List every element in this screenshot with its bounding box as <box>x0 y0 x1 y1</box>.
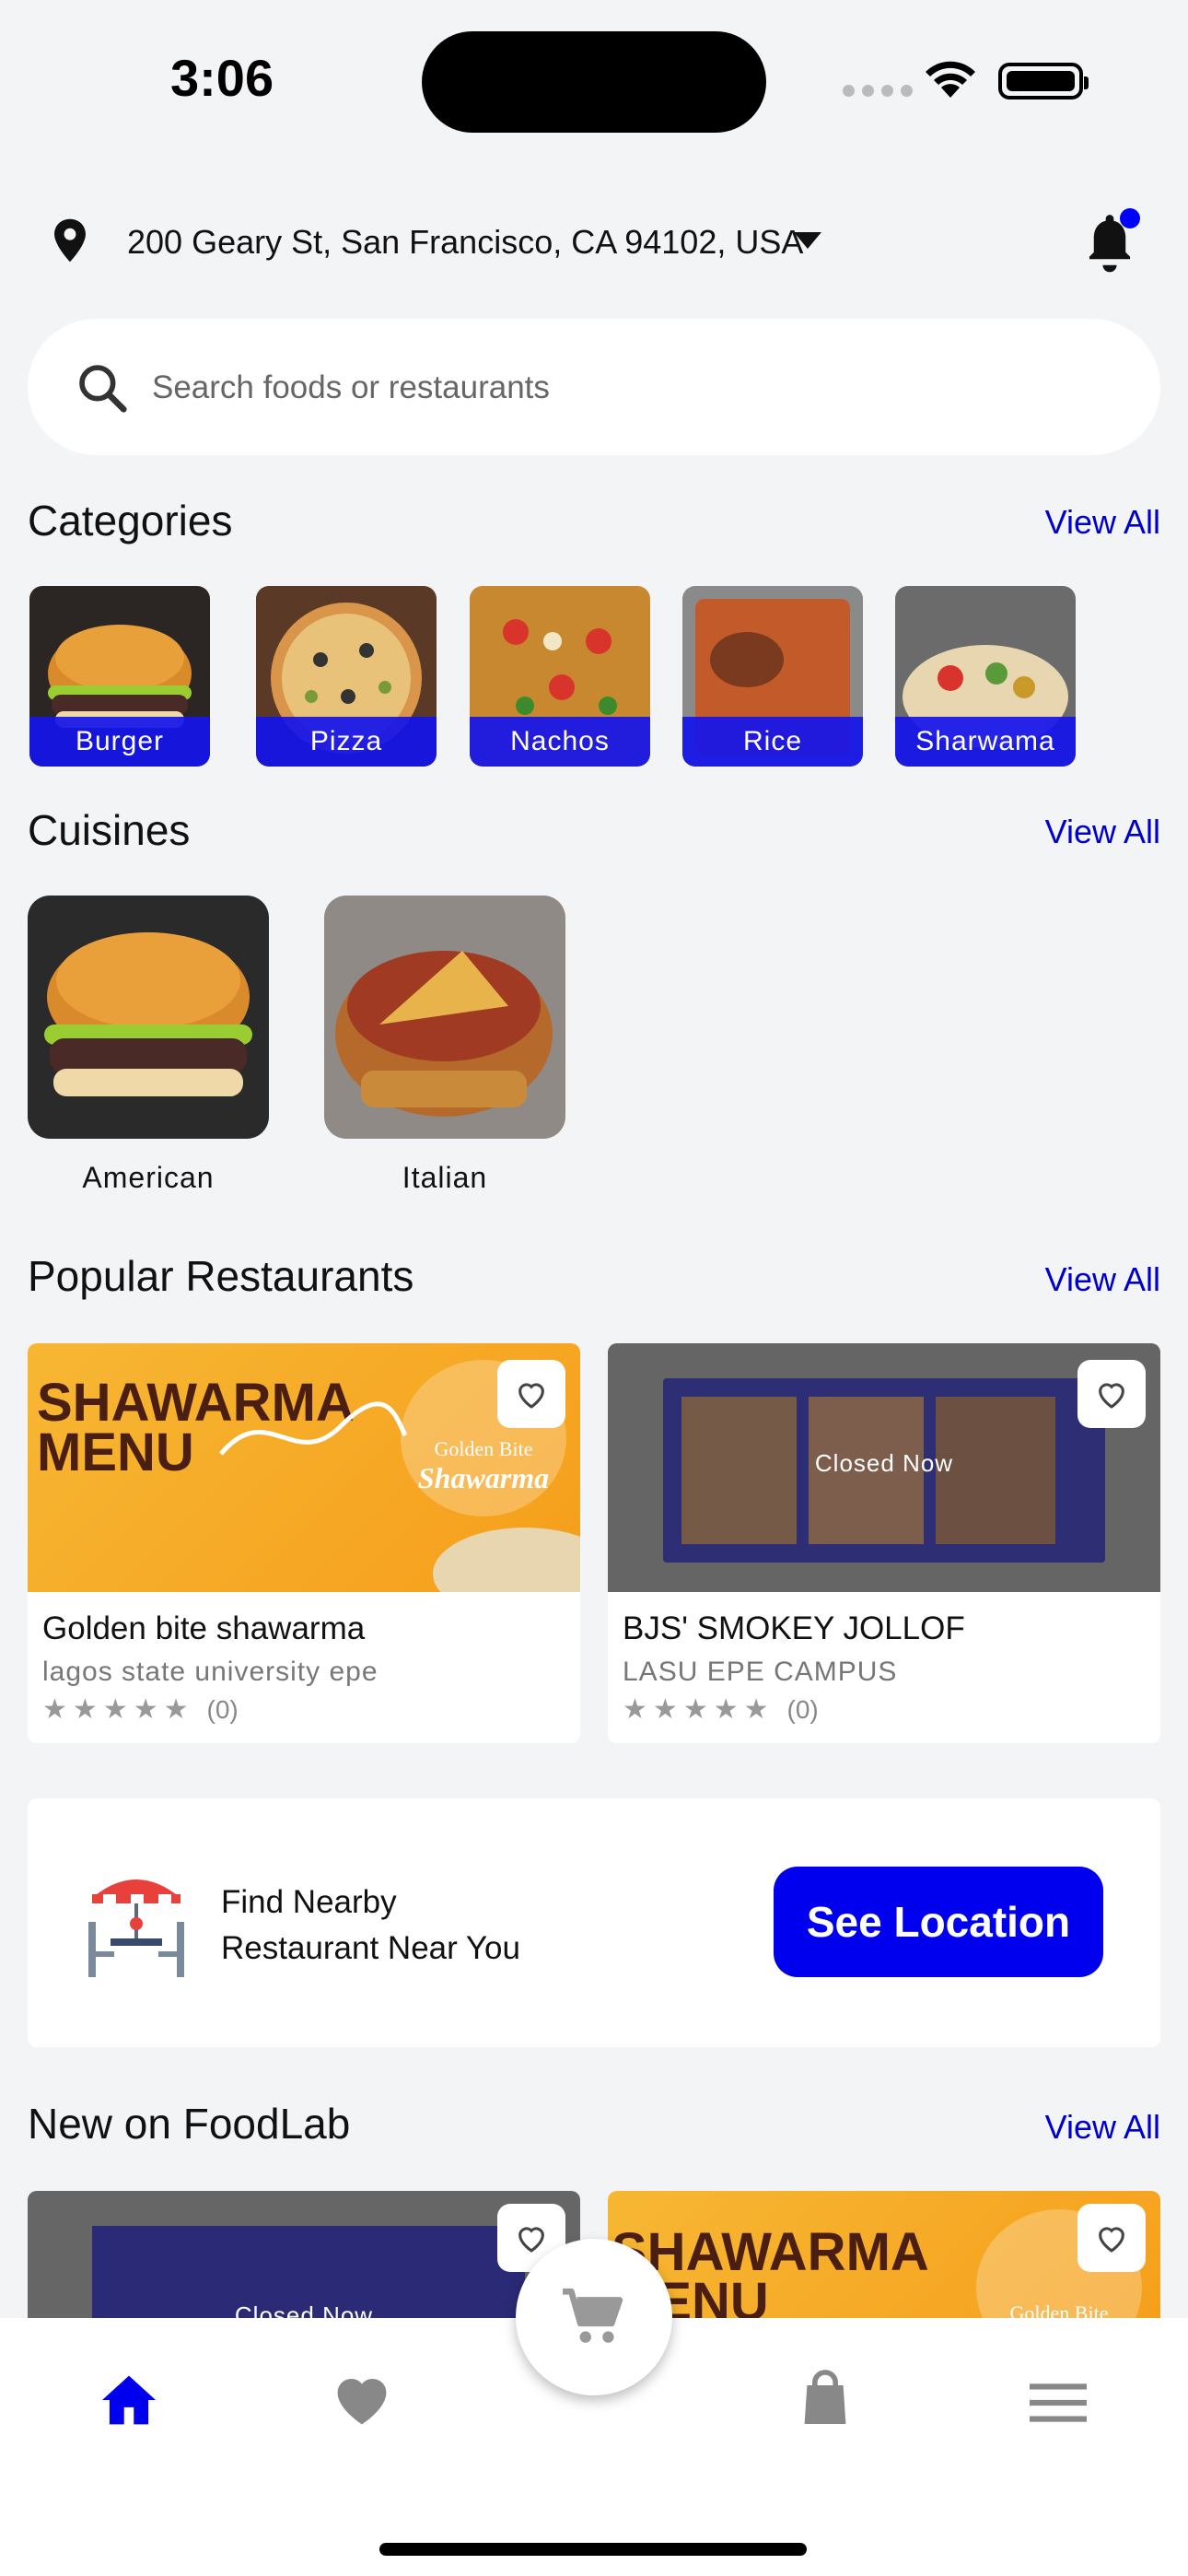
swirl-decoration <box>219 1401 408 1456</box>
american-cuisine-image <box>28 896 269 1139</box>
star-icon: ★ <box>102 1694 128 1725</box>
cart-button[interactable] <box>516 2239 672 2395</box>
restaurant-card[interactable]: SHAWARMA MENU Golden Bite Shawarma Golde… <box>28 1343 580 1743</box>
logo-text-bottom: Shawarma <box>417 1461 550 1494</box>
favorite-button[interactable] <box>497 1360 565 1428</box>
notification-badge <box>1120 208 1140 228</box>
category-label: Sharwama <box>895 717 1076 767</box>
category-label: Pizza <box>256 717 437 767</box>
wifi-icon <box>926 61 975 98</box>
restaurant-address: LASU EPE CAMPUS <box>623 1657 898 1687</box>
popular-restaurants-title: Popular Restaurants <box>28 1252 414 1300</box>
restaurant-banner: SHAWARMA MENU Golden Bite Shawarma <box>28 1343 580 1592</box>
logo-text-top: Golden Bite <box>434 1437 533 1460</box>
category-pizza[interactable]: Pizza <box>256 586 437 767</box>
restaurant-card[interactable]: Closed Now BJS' SMOKEY JOLLOF LASU EPE C… <box>608 1343 1160 1743</box>
dynamic-island <box>422 31 766 133</box>
home-indicator <box>379 2543 807 2556</box>
chevron-down-icon[interactable] <box>794 232 821 249</box>
category-nachos[interactable]: Nachos <box>470 586 650 767</box>
popular-view-all-link[interactable]: View All <box>1045 1260 1160 1299</box>
category-label: Rice <box>682 717 863 767</box>
heart-outline-icon <box>518 2227 544 2253</box>
favorite-button[interactable] <box>1077 1360 1146 1428</box>
heart-outline-icon <box>1099 1383 1124 1409</box>
italian-cuisine-image <box>324 896 565 1139</box>
wrap-image <box>433 1528 580 1592</box>
find-nearby-promo: Find Nearby Restaurant Near You See Loca… <box>28 1798 1160 2047</box>
battery-icon <box>998 63 1089 100</box>
new-on-view-all-link[interactable]: View All <box>1045 2108 1160 2147</box>
restaurant-table-icon <box>88 1879 184 1977</box>
closed-now-label: Closed Now <box>814 1449 954 1477</box>
cuisines-view-all-link[interactable]: View All <box>1045 813 1160 851</box>
categories-view-all-link[interactable]: View All <box>1045 503 1160 542</box>
heart-icon[interactable] <box>332 2373 392 2427</box>
star-icon: ★ <box>163 1694 189 1725</box>
star-icon: ★ <box>72 1694 98 1725</box>
new-on-foodlab-title: New on FoodLab <box>28 2100 351 2148</box>
categories-title: Categories <box>28 497 233 544</box>
category-label: Burger <box>29 717 210 767</box>
search-input[interactable] <box>152 365 981 411</box>
promo-text: Find Nearby Restaurant Near You <box>221 1879 520 1972</box>
category-burger[interactable]: Burger <box>29 586 210 767</box>
restaurant-address: lagos state university epe <box>42 1657 379 1687</box>
search-icon <box>79 365 127 413</box>
cuisine-american[interactable] <box>28 896 269 1139</box>
banner-headline: SHAWARMA <box>611 2222 929 2282</box>
cellular-signal-icon <box>843 85 913 97</box>
delivery-address[interactable]: 200 Geary St, San Francisco, CA 94102, U… <box>127 223 803 262</box>
restaurant-rating: ★ ★ ★ ★ ★ (0) <box>42 1693 239 1726</box>
restaurant-banner: Closed Now <box>608 1343 1160 1592</box>
star-icon: ★ <box>743 1694 769 1725</box>
cuisine-label: Italian <box>402 1161 488 1194</box>
status-time: 3:06 <box>170 49 274 107</box>
heart-outline-icon <box>518 1383 544 1409</box>
see-location-button[interactable]: See Location <box>774 1867 1103 1977</box>
category-sharwama[interactable]: Sharwama <box>895 586 1076 767</box>
star-icon: ★ <box>133 1694 158 1725</box>
star-icon: ★ <box>652 1694 678 1725</box>
cart-icon <box>563 2288 623 2343</box>
restaurant-name: Golden bite shawarma <box>42 1610 366 1646</box>
star-icon: ★ <box>42 1694 67 1725</box>
promo-line-1: Find Nearby <box>221 1884 397 1920</box>
promo-line-2: Restaurant Near You <box>221 1930 520 1966</box>
rating-count: (0) <box>206 1694 239 1724</box>
home-icon[interactable] <box>99 2373 158 2427</box>
star-icon: ★ <box>682 1694 708 1725</box>
restaurant-name: BJS' SMOKEY JOLLOF <box>623 1610 965 1646</box>
star-icon: ★ <box>623 1694 647 1725</box>
favorite-button[interactable] <box>1077 2204 1146 2272</box>
star-icon: ★ <box>713 1694 739 1725</box>
cuisine-italian[interactable] <box>324 896 565 1139</box>
heart-outline-icon <box>1099 2227 1124 2253</box>
bag-icon[interactable] <box>799 2370 851 2427</box>
cuisine-label: American <box>82 1161 215 1194</box>
menu-icon[interactable] <box>1030 2383 1087 2423</box>
location-pin-icon <box>54 218 86 263</box>
category-label: Nachos <box>470 717 650 767</box>
rating-count: (0) <box>786 1694 819 1724</box>
restaurant-rating: ★ ★ ★ ★ ★ (0) <box>623 1693 819 1726</box>
cuisines-title: Cuisines <box>28 806 191 854</box>
category-rice[interactable]: Rice <box>682 586 863 767</box>
